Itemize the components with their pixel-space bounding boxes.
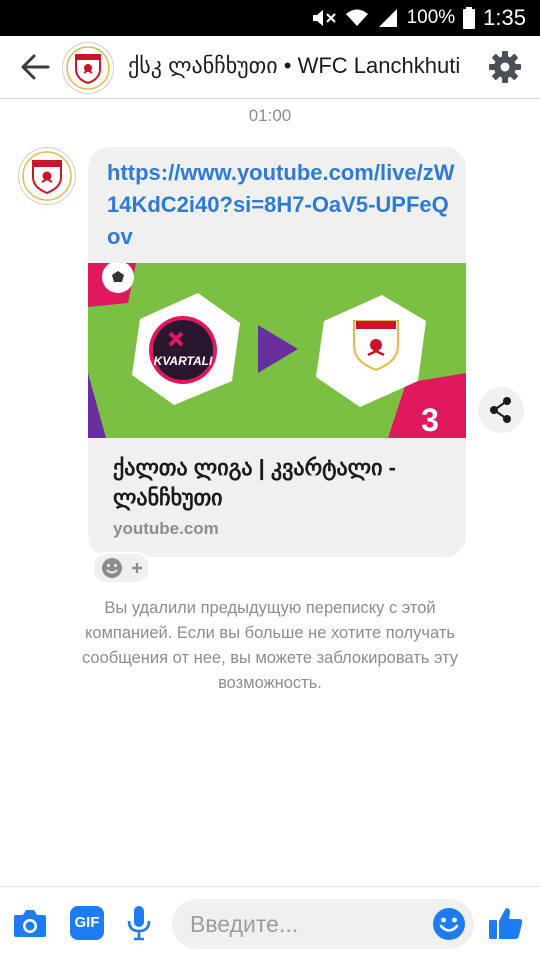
reaction-smile-icon: [102, 558, 122, 578]
add-reaction-button[interactable]: [92, 552, 150, 584]
message-input-placeholder: Введите...: [190, 911, 299, 937]
thumbnail-team-left: KVARTALI: [154, 354, 213, 368]
thumbs-up-icon[interactable]: [488, 905, 524, 941]
status-bar: 100% 1:35: [0, 0, 540, 36]
share-button[interactable]: [478, 387, 524, 433]
camera-icon[interactable]: [12, 907, 48, 939]
gif-icon[interactable]: GIF: [70, 906, 104, 940]
battery-percent: 100%: [406, 7, 456, 28]
signal-icon: [377, 8, 399, 28]
gear-icon[interactable]: [488, 50, 522, 84]
share-icon: [490, 397, 511, 423]
link-message-bubble[interactable]: https://www.youtube.com/live/zW14KdC2i40…: [88, 147, 466, 557]
status-icons: 100% 1:35: [311, 0, 526, 36]
thumbnail-number: 3: [421, 402, 439, 438]
mute-icon: [311, 8, 337, 28]
wifi-icon: [345, 8, 369, 28]
back-arrow-icon[interactable]: [18, 51, 52, 83]
clock: 1:35: [483, 5, 526, 30]
message-composer: GIF Введите...: [0, 886, 540, 961]
message-timestamp: 01:00: [248, 106, 292, 125]
link-preview-domain: youtube.com: [113, 519, 219, 538]
deleted-conversation-notice: Вы удалили предыдущую переписку с этой к…: [82, 599, 458, 692]
message-input[interactable]: Введите...: [172, 899, 474, 949]
microphone-icon[interactable]: [126, 905, 152, 941]
link-preview-title[interactable]: ქალთა ლიგა | კვარტალი - ლანჩხუთი: [113, 453, 453, 513]
message-link[interactable]: https://www.youtube.com/live/zW14KdC2i40…: [107, 157, 459, 253]
emoji-icon[interactable]: [432, 907, 466, 941]
video-thumbnail[interactable]: KVARTALI 3: [88, 263, 466, 438]
sender-avatar[interactable]: [18, 147, 76, 205]
header-avatar[interactable]: [62, 42, 114, 94]
conversation-header: ქსკ ლანჩხუთი • WFC Lanchkhuti: [0, 36, 540, 99]
battery-icon: [463, 7, 476, 29]
conversation-title[interactable]: ქსკ ლანჩხუთი • WFC Lanchkhuti: [128, 53, 468, 79]
